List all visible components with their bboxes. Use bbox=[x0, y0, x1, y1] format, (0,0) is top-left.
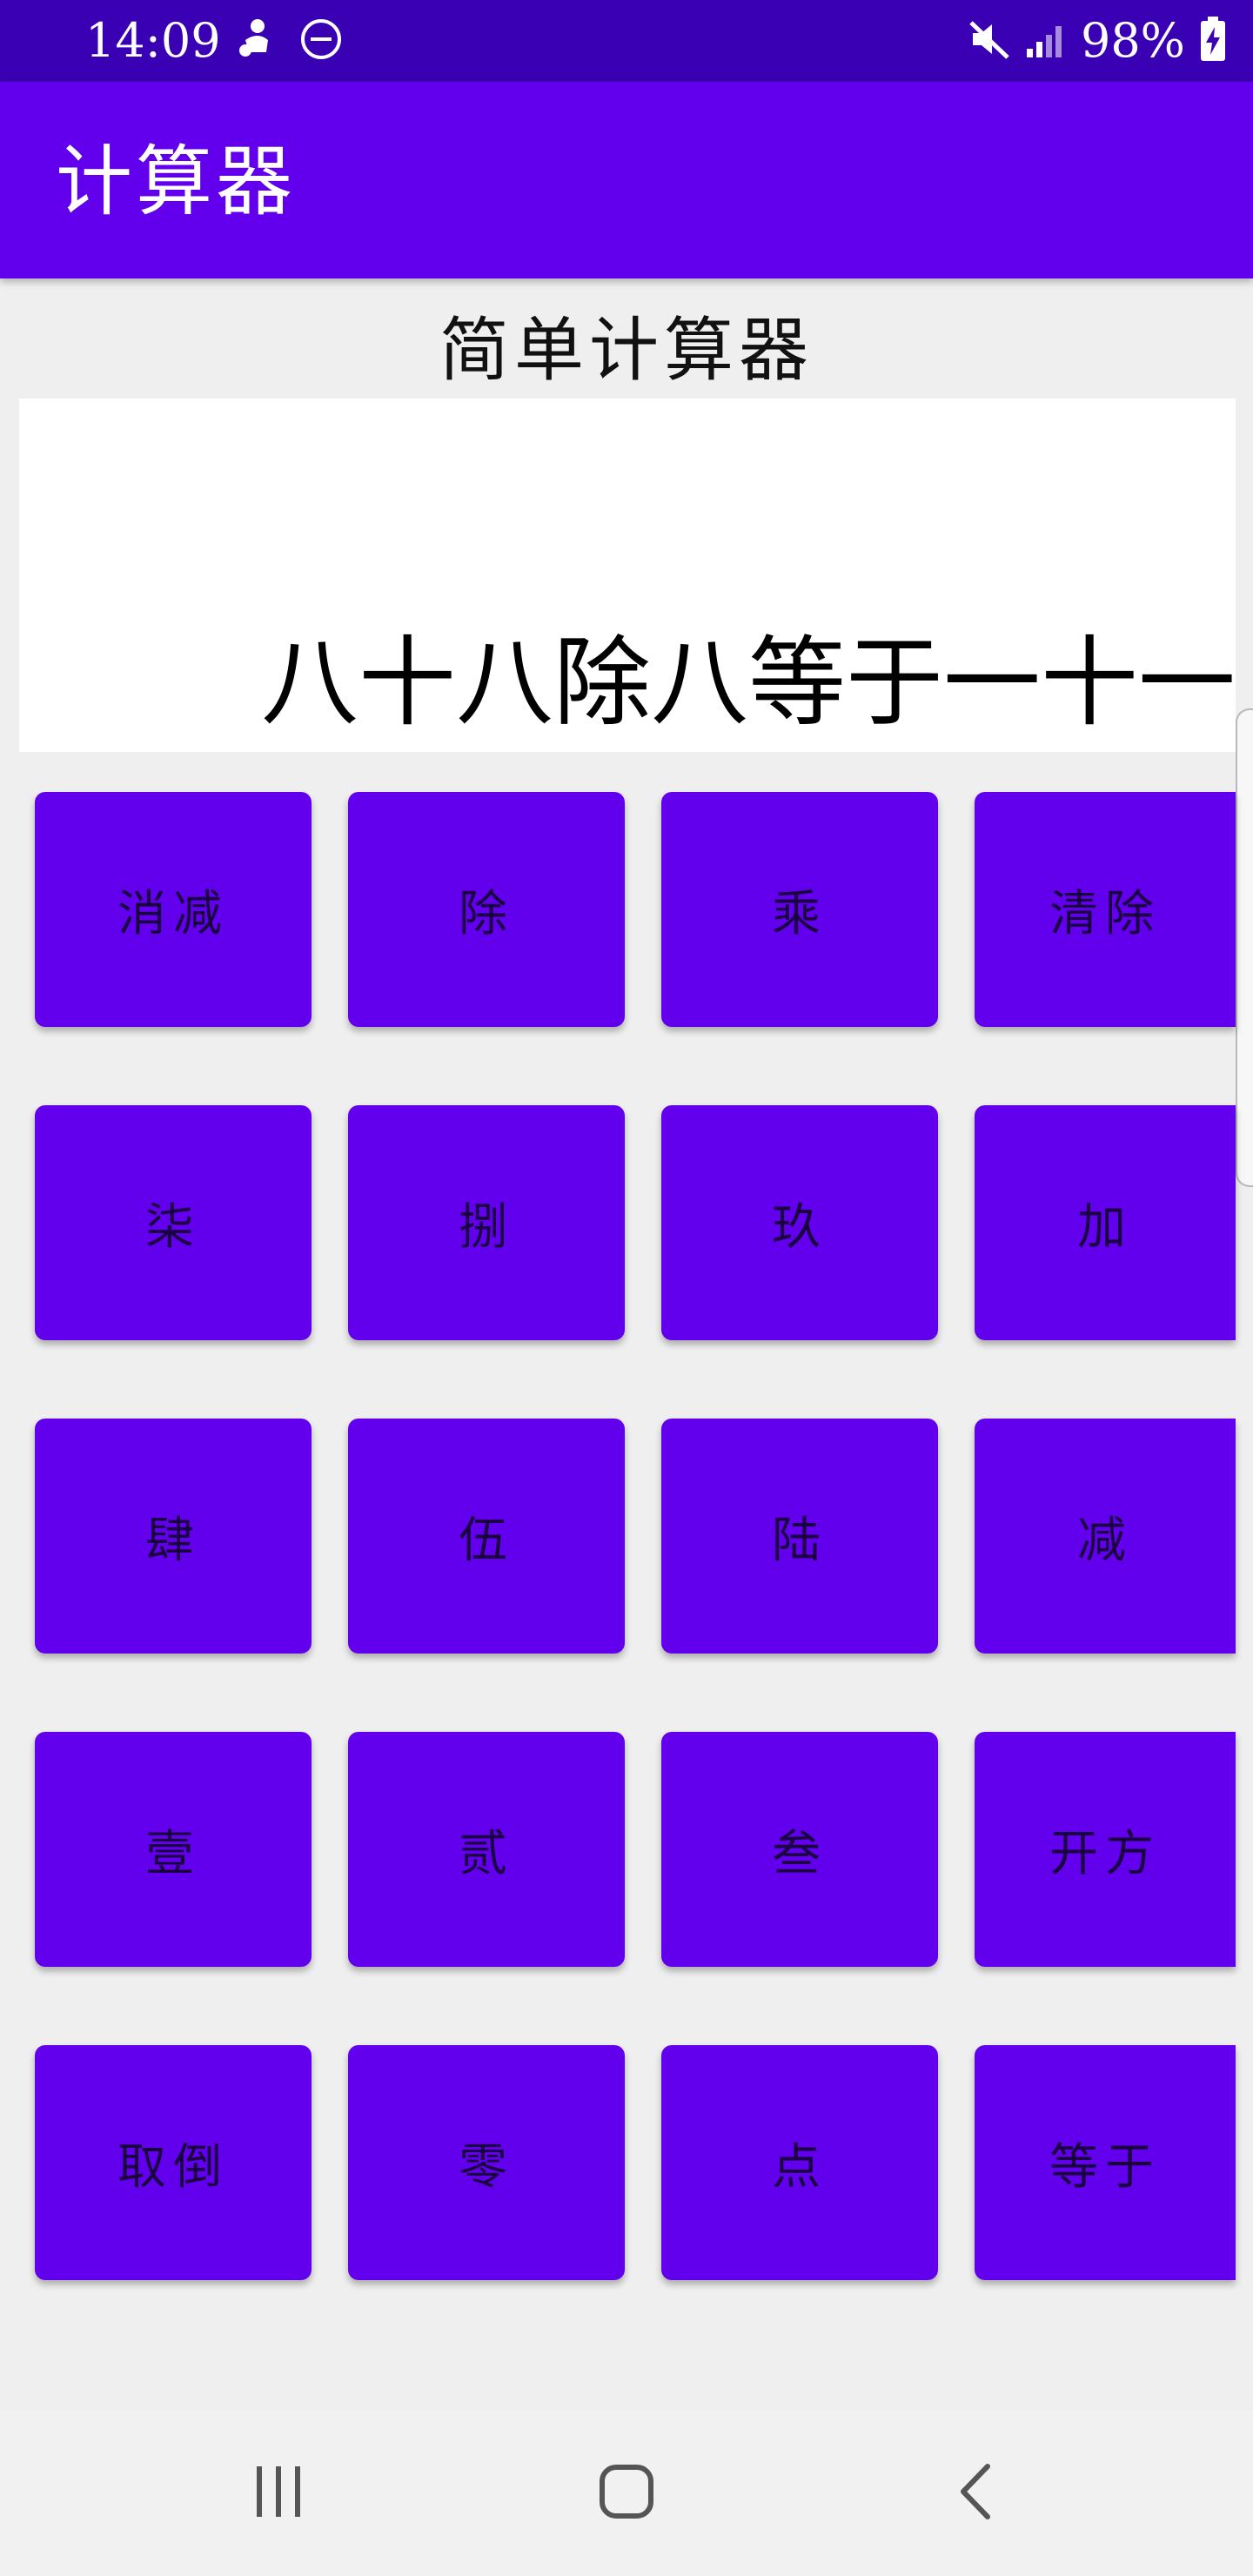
digit-7-button[interactable]: 柒 bbox=[35, 1105, 312, 1340]
battery-charging-icon bbox=[1199, 17, 1227, 65]
signal-icon bbox=[1025, 17, 1067, 64]
page-heading: 简单计算器 bbox=[439, 310, 814, 391]
app-bar: 计算器 bbox=[0, 82, 1253, 278]
digit-8-button[interactable]: 捌 bbox=[348, 1105, 625, 1340]
navigation-bar bbox=[0, 2411, 1253, 2576]
recent-apps-button[interactable] bbox=[209, 2411, 348, 2576]
digit-4-button[interactable]: 肆 bbox=[35, 1419, 312, 1654]
status-left-icons bbox=[237, 19, 343, 63]
subtract-button[interactable]: 减 bbox=[975, 1419, 1236, 1654]
multiply-button[interactable]: 乘 bbox=[661, 792, 938, 1027]
divide-button[interactable]: 除 bbox=[348, 792, 625, 1027]
display-text: 八十八除八等于一十一 bbox=[261, 627, 1236, 740]
equals-button[interactable]: 等于 bbox=[975, 2045, 1236, 2280]
add-button[interactable]: 加 bbox=[975, 1105, 1236, 1340]
home-icon bbox=[596, 2461, 657, 2526]
home-button[interactable] bbox=[557, 2411, 696, 2576]
square-root-button[interactable]: 开方 bbox=[975, 1732, 1236, 1967]
reciprocal-button[interactable]: 取倒 bbox=[35, 2045, 312, 2280]
digit-9-button[interactable]: 玖 bbox=[661, 1105, 938, 1340]
digit-2-button[interactable]: 贰 bbox=[348, 1732, 625, 1967]
decimal-point-button[interactable]: 点 bbox=[661, 2045, 938, 2280]
clear-button[interactable]: 清除 bbox=[975, 792, 1236, 1027]
digit-3-button[interactable]: 叁 bbox=[661, 1732, 938, 1967]
status-right-icons: 98% bbox=[968, 12, 1227, 70]
result-display: 八十八除八等于一十一 bbox=[19, 399, 1236, 752]
app-title: 计算器 bbox=[56, 137, 297, 226]
person-notification-icon bbox=[237, 17, 275, 64]
digit-0-button[interactable]: 零 bbox=[348, 2045, 625, 2280]
digit-5-button[interactable]: 伍 bbox=[348, 1419, 625, 1654]
do-not-disturb-icon bbox=[299, 17, 343, 64]
battery-percent: 98% bbox=[1080, 13, 1185, 68]
recent-apps-icon bbox=[248, 2461, 309, 2526]
digit-1-button[interactable]: 壹 bbox=[35, 1732, 312, 1967]
back-icon bbox=[948, 2461, 1008, 2526]
back-button[interactable] bbox=[908, 2411, 1048, 2576]
status-bar: 14:09 98% bbox=[0, 0, 1253, 82]
edge-panel-handle[interactable] bbox=[1236, 708, 1253, 1187]
backspace-button[interactable]: 消减 bbox=[35, 792, 312, 1027]
mute-icon bbox=[968, 17, 1011, 64]
digit-6-button[interactable]: 陆 bbox=[661, 1419, 938, 1654]
status-time: 14:09 bbox=[85, 13, 221, 68]
